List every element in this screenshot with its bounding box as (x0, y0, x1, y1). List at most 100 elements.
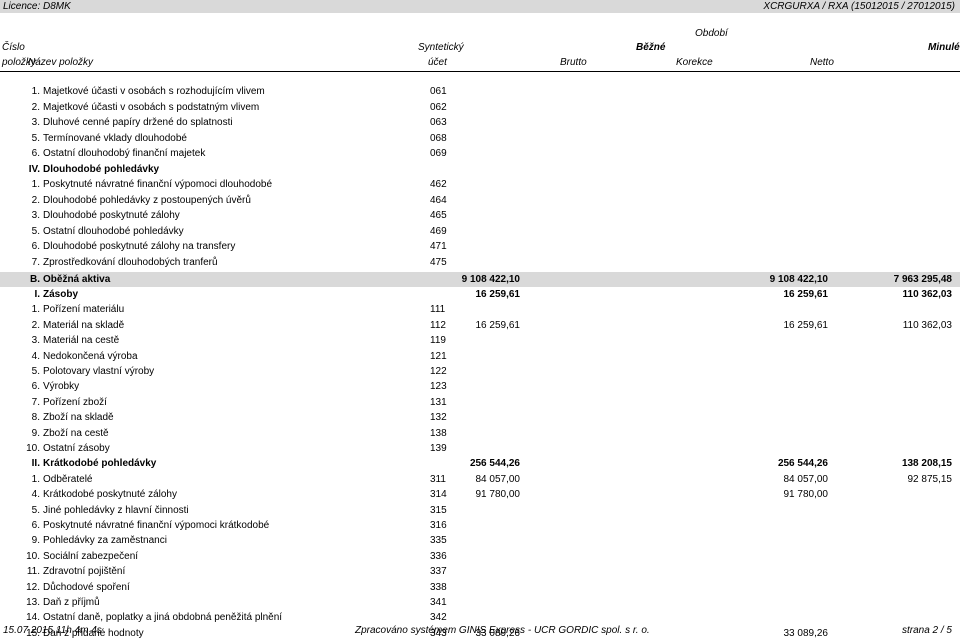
row-name: Jiné pohledávky z hlavní činnosti (43, 504, 189, 516)
row-account: 138 (430, 427, 447, 439)
table-row: 1. Majetkové účasti v osobách s rozhodují… (0, 84, 960, 99)
row-name: Dlouhodobé poskytnuté zálohy na transfer… (43, 241, 236, 252)
row-name: Majetkové účasti v osobách s podstatným … (43, 101, 260, 113)
row-netto: 16 259,61 (783, 319, 829, 331)
row-netto: 91 780,00 (783, 489, 829, 501)
table-row: 9. Zboží na cestě 138 (0, 426, 960, 441)
table-row: II. Krátkodobé pohledávky 256 544,26 256 54… (0, 456, 960, 471)
table-row: 6. Poskytnuté návratné finanční výpomoci … (0, 518, 960, 533)
footer-system: Zpracováno systémem GINIS Express - UCR … (355, 625, 650, 636)
row-account: 123 (430, 381, 447, 393)
row-name: Poskytnuté návratné finanční výpomoci kr… (43, 519, 270, 531)
row-account: 119 (430, 335, 446, 347)
row-account: 335 (430, 535, 447, 547)
row-name: Materiál na skladě (43, 319, 125, 331)
row-account: 342 (430, 612, 447, 624)
row-name: Dluhové cenné papíry držené do splatnost… (43, 117, 233, 128)
row-name: Zboží na skladě (43, 412, 114, 424)
row-number: 1. (31, 179, 40, 190)
row-number: 8. (31, 412, 40, 424)
header-synteticky: Syntetický (418, 42, 464, 53)
table-row: 6. Ostatní dlouhodobý finanční majetek 069 (0, 146, 960, 161)
row-number: 4. (31, 489, 40, 501)
row-number: I. (34, 288, 40, 300)
row-name: Pohledávky za zaměstnanci (43, 535, 167, 547)
row-name: Oběžná aktiva (43, 273, 111, 285)
row-account: 139 (430, 442, 447, 454)
row-number: B. (30, 273, 40, 285)
table-row: 9. Pohledávky za zaměstnanci 335 (0, 533, 960, 548)
table-row: 1. Pořízení materiálu 111 (0, 302, 960, 317)
table-row: 5. Polotovary vlastní výroby 122 (0, 364, 960, 379)
header-korekce: Korekce (676, 57, 713, 68)
row-account: 314 (430, 489, 447, 501)
row-name: Dlouhodobé pohledávky z postoupených úvě… (43, 194, 251, 206)
table-row: I. Zásoby 16 259,61 16 259,61 110 362,03 (0, 287, 960, 302)
row-brutto: 84 057,00 (475, 473, 521, 485)
row-name: Dlouhodobé poskytnuté zálohy (43, 210, 180, 221)
header-bezne: Běžné (636, 42, 666, 53)
row-name: Ostatní dlouhodobý finanční majetek (43, 148, 206, 159)
row-account: 469 (430, 225, 447, 237)
table-row: IV. Dlouhodobé pohledávky (0, 162, 960, 177)
row-number: 7. (31, 256, 40, 268)
row-account: 337 (430, 566, 447, 578)
row-name: Odběratelé (43, 473, 93, 485)
row-number: 5. (31, 504, 40, 516)
row-number: 3. (31, 117, 40, 128)
row-brutto: 16 259,61 (475, 288, 521, 300)
row-account: 311 (430, 473, 446, 485)
row-name: Ostatní dlouhodobé pohledávky (43, 225, 184, 237)
table-row: 13. Daň z příjmů 341 (0, 595, 960, 610)
row-name: Materiál na cestě (43, 335, 120, 347)
table-row: 4. Nedokončená výroba 121 (0, 349, 960, 364)
header-netto: Netto (810, 57, 834, 68)
header-cislo: Číslo (2, 42, 25, 53)
table-row: 2. Majetkové účasti v osobách s podstatný… (0, 100, 960, 115)
row-number: 5. (31, 132, 40, 144)
row-name: Pořízení zboží (43, 396, 107, 408)
row-account: 465 (430, 210, 447, 221)
row-account: 069 (430, 148, 447, 159)
row-netto: 16 259,61 (783, 288, 829, 300)
row-number: 1. (31, 304, 40, 316)
report-topbar: Licence: D8MK XCRGURXA / RXA (15012015 /… (0, 0, 960, 13)
row-number: 14. (26, 612, 40, 624)
row-number: II. (31, 458, 40, 470)
row-name: Nedokončená výroba (43, 350, 138, 362)
row-name: Ostatní zásoby (43, 442, 110, 454)
row-name: Krátkodobé pohledávky (43, 458, 157, 470)
footer-timestamp: 15.07.2015 11h 4m 4s (3, 625, 102, 636)
header-ucet: účet (428, 57, 447, 68)
table-row: 7. Zprostředkování dlouhodobých tranferů 4… (0, 255, 960, 270)
row-brutto: 9 108 422,10 (461, 273, 520, 285)
row-number: 1. (31, 86, 40, 97)
row-minule: 110 362,03 (902, 319, 952, 331)
table-row: 2. Materiál na skladě 112 16 259,61 16 259,6… (0, 318, 960, 333)
row-number: 2. (31, 319, 40, 331)
header-minule: Minulé (928, 42, 960, 53)
row-number: 1. (31, 473, 40, 485)
row-name: Majetkové účasti v osobách s rozhodující… (43, 86, 265, 97)
licence-label: Licence: D8MK (3, 1, 71, 12)
table-row: 12. Důchodové spoření 338 (0, 580, 960, 595)
report-id-label: XCRGURXA / RXA (15012015 / 27012015) (763, 1, 955, 12)
row-account: 061 (430, 86, 447, 97)
row-number: 6. (31, 148, 40, 159)
row-account: 315 (430, 504, 447, 516)
footer-page: strana 2 / 5 (901, 625, 952, 636)
row-number: 5. (31, 225, 40, 237)
row-number: 12. (26, 581, 40, 593)
row-name: Důchodové spoření (43, 581, 130, 593)
row-name: Poskytnuté návratné finanční výpomoci dl… (43, 179, 273, 190)
table-row: 5. Jiné pohledávky z hlavní činnosti 315 (0, 503, 960, 518)
table-row: 10. Ostatní zásoby 139 (0, 441, 960, 456)
row-netto: 84 057,00 (783, 473, 829, 485)
row-number: 10. (26, 442, 40, 454)
row-name: Zdravotní pojištění (43, 566, 126, 578)
row-minule: 92 875,15 (907, 473, 953, 485)
table-row: 8. Zboží na skladě 132 (0, 410, 960, 425)
table-row: B. Oběžná aktiva 9 108 422,10 9 108 422,10 7… (0, 271, 960, 287)
row-name: Ostatní daně, poplatky a jiná obdobná pe… (43, 612, 283, 624)
row-number: 3. (31, 335, 40, 347)
